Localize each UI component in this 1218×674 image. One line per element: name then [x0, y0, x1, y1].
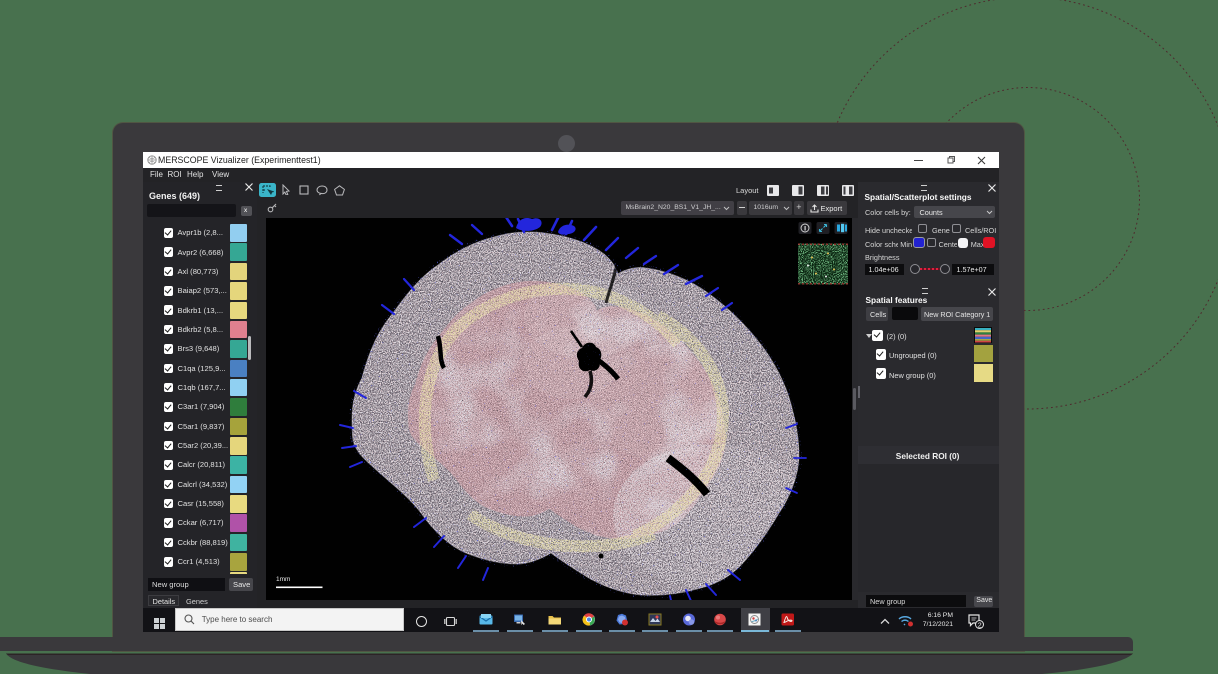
svg-text:2: 2 — [978, 622, 982, 629]
svg-text:1mm: 1mm — [276, 576, 290, 583]
